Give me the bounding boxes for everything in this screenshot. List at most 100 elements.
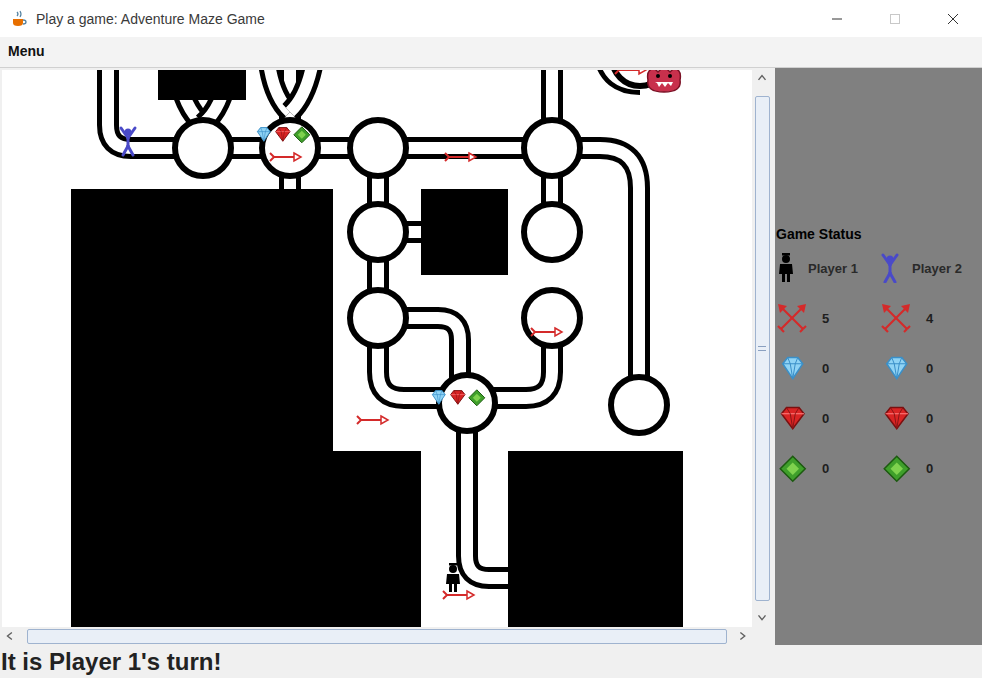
maze-room[interactable]: [439, 375, 495, 431]
stat-cell: 0: [880, 393, 982, 443]
horizontal-scrollbar[interactable]: [2, 627, 752, 645]
maze-room[interactable]: [175, 120, 231, 176]
stat-cell: 5: [776, 293, 880, 343]
stat-value: 0: [926, 361, 933, 376]
vertical-scrollbar[interactable]: [752, 70, 772, 627]
stat-cell: 0: [776, 443, 880, 493]
game-status-panel: Game Status Player 1 Player 2 5 4 0 0 0 0 0 0: [775, 68, 982, 645]
maze-map[interactable]: [2, 70, 752, 627]
stat-value: 0: [822, 411, 829, 426]
scroll-left-button[interactable]: [2, 627, 20, 645]
maze-wall: [158, 70, 246, 100]
scroll-right-button[interactable]: [734, 627, 752, 645]
monster-icon: [648, 70, 681, 92]
maze-wall: [508, 451, 683, 627]
maze-room[interactable]: [524, 204, 580, 260]
stat-icon-box: [776, 452, 822, 484]
player-name: Player 1: [808, 261, 858, 276]
scroll-up-button[interactable]: [752, 70, 772, 88]
player-cell: Player 1: [776, 243, 880, 293]
player-figure-icon: [880, 253, 900, 283]
arrow-icon: [270, 153, 301, 161]
chevron-left-icon: [4, 629, 18, 643]
scroll-down-button[interactable]: [752, 609, 772, 627]
maze-wall: [421, 189, 508, 275]
stat-icon-box: [880, 302, 926, 334]
ruby-icon: [776, 402, 808, 434]
maximize-button[interactable]: [866, 0, 924, 37]
maze-room[interactable]: [350, 120, 406, 176]
arrow-icon: [357, 416, 388, 424]
game-window: Play a game: Adventure Maze Game Menu Game…: [0, 0, 982, 678]
arrow-icon: [445, 153, 476, 161]
stat-icon-box: [776, 402, 822, 434]
maze-room[interactable]: [262, 120, 318, 176]
ruby-icon: [451, 391, 465, 405]
stat-cell: 0: [880, 343, 982, 393]
map-viewport: [2, 70, 752, 627]
map-scroll-pane: [0, 68, 775, 645]
stat-value: 0: [926, 461, 933, 476]
maze-room[interactable]: [350, 204, 406, 260]
stat-cell: 0: [776, 343, 880, 393]
emerald-icon: [880, 452, 912, 484]
ruby-icon: [276, 128, 290, 142]
stat-icon-box: [880, 402, 926, 434]
arrows-icon: [880, 302, 912, 334]
stat-value: 0: [822, 361, 829, 376]
diamond-icon: [880, 352, 912, 384]
arrow-icon: [443, 591, 474, 599]
status-heading: Game Status: [776, 225, 982, 243]
stat-value: 4: [926, 311, 933, 326]
horizontal-scroll-track[interactable]: [20, 627, 734, 645]
diamond-icon: [257, 128, 270, 142]
maze-room[interactable]: [611, 377, 667, 433]
player-figure-icon: [446, 563, 460, 592]
player-icon-box: [880, 253, 912, 283]
vertical-scroll-track[interactable]: [752, 88, 772, 609]
stat-icon-box: [776, 352, 822, 384]
chevron-up-icon: [755, 72, 769, 86]
menu-item[interactable]: Menu: [0, 37, 53, 61]
stat-cell: 4: [880, 293, 982, 343]
java-icon: [10, 10, 28, 28]
stat-icon-box: [880, 452, 926, 484]
status-grid: Player 1 Player 2 5 4 0 0 0 0 0 0: [776, 243, 982, 493]
maze-room[interactable]: [524, 290, 580, 346]
window-title: Play a game: Adventure Maze Game: [36, 11, 265, 27]
maze-room[interactable]: [524, 120, 580, 176]
stat-icon-box: [776, 302, 822, 334]
player-figure-icon: [776, 253, 796, 283]
maze-track: [290, 70, 314, 112]
chevron-right-icon: [736, 629, 750, 643]
maze-wall: [71, 189, 333, 627]
stat-value: 0: [822, 461, 829, 476]
minimize-icon: [831, 13, 843, 25]
gem-group: [257, 127, 309, 143]
main-area: Game Status Player 1 Player 2 5 4 0 0 0 0 0 0: [0, 68, 982, 645]
horizontal-scroll-row: [0, 627, 775, 645]
viewport-row: [0, 68, 775, 627]
maze-wall: [333, 451, 421, 627]
player-icon-box: [776, 253, 808, 283]
maze-room[interactable]: [350, 290, 406, 346]
player-figure-icon: [121, 128, 135, 155]
ruby-icon: [880, 402, 912, 434]
minimize-button[interactable]: [808, 0, 866, 37]
horizontal-scroll-thumb[interactable]: [27, 629, 727, 644]
diamond-icon: [432, 391, 445, 405]
vertical-scroll-thumb[interactable]: [755, 96, 770, 601]
close-button[interactable]: [924, 0, 982, 37]
scroll-corner: [752, 627, 772, 645]
emerald-icon: [294, 127, 310, 143]
player-cell: Player 2: [880, 243, 982, 293]
turn-status: It is Player 1's turn!: [0, 645, 982, 678]
stat-cell: 0: [880, 443, 982, 493]
arrow-icon: [531, 328, 562, 336]
close-icon: [947, 13, 959, 25]
grip-icon: [758, 346, 766, 351]
arrow-icon: [615, 70, 646, 74]
stat-cell: 0: [776, 393, 880, 443]
player-name: Player 2: [912, 261, 962, 276]
maximize-icon: [889, 13, 901, 25]
